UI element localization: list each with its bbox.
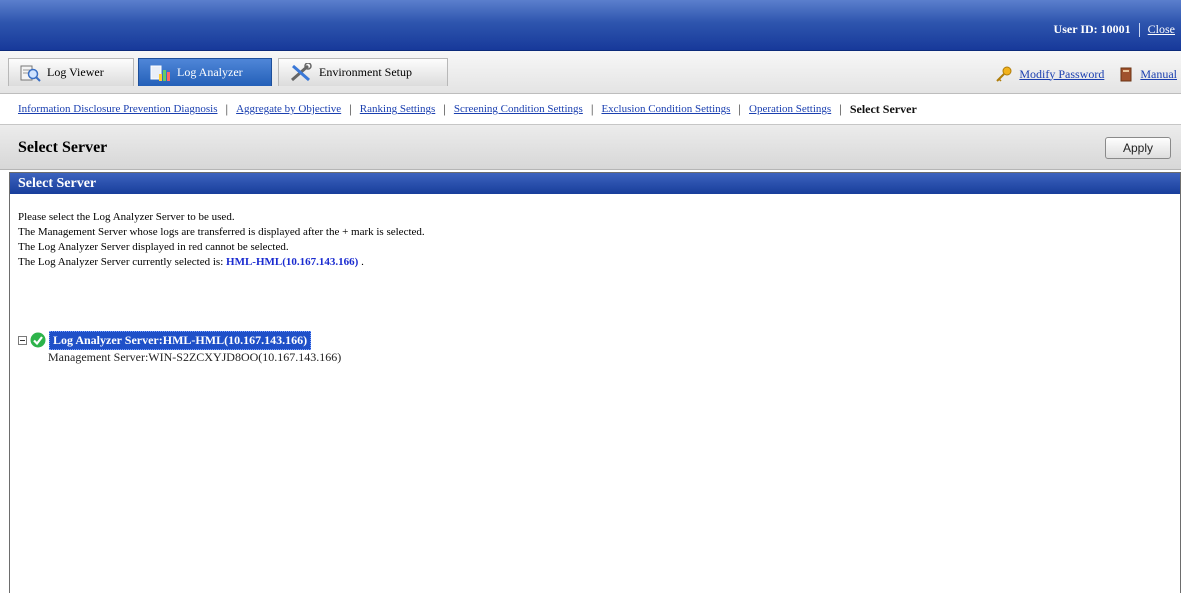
management-server-node[interactable]: Management Server:WIN-S2ZCXYJD8OO(10.167…: [18, 349, 341, 365]
subnav-separator: |: [738, 101, 742, 116]
panel-heading: Select Server: [10, 173, 1180, 194]
log-analyzer-icon: [150, 65, 170, 81]
select-server-panel: Select Server Please select the Log Anal…: [9, 172, 1181, 593]
instruction-line: The Log Analyzer Server displayed in red…: [18, 241, 289, 253]
subnav-separator: |: [839, 101, 842, 116]
log-viewer-icon: [20, 65, 41, 82]
tab-label: Environment Setup: [319, 65, 412, 79]
page-title-bar: Select Server Apply: [0, 124, 1181, 170]
tools-icon: [291, 62, 312, 81]
tab-log-viewer[interactable]: Log Viewer: [8, 58, 134, 86]
subnav-separator: |: [590, 101, 594, 116]
check-circle-icon: [30, 332, 46, 348]
collapse-toggle-icon[interactable]: [18, 335, 27, 345]
apply-button[interactable]: Apply: [1105, 137, 1171, 159]
subnav-ranking-settings[interactable]: Ranking Settings: [360, 103, 435, 115]
instruction-line: The Management Server whose logs are tra…: [18, 226, 425, 238]
key-icon: [996, 66, 1012, 82]
current-selection-suffix: .: [358, 256, 364, 268]
tab-label: Log Viewer: [47, 65, 104, 79]
subnav-separator: |: [443, 101, 446, 116]
sub-navigation: Information Disclosure Prevention Diagno…: [0, 94, 1181, 124]
close-link[interactable]: Close: [1148, 22, 1175, 37]
tab-log-analyzer[interactable]: Log Analyzer: [138, 58, 272, 86]
top-header-bar: User ID: 10001 Close: [0, 0, 1181, 51]
manual-link[interactable]: Manual: [1140, 67, 1177, 82]
tab-environment-setup[interactable]: Environment Setup: [278, 58, 448, 86]
server-tree: Log Analyzer Server:HML-HML(10.167.143.1…: [18, 330, 341, 365]
instructions: Please select the Log Analyzer Server to…: [18, 210, 425, 270]
modify-password-link[interactable]: Modify Password: [1019, 67, 1104, 82]
subnav-separator: |: [225, 101, 229, 116]
main-tab-bar: Log Viewer Log Analyzer Environment Setu…: [0, 51, 1181, 94]
subnav-current-select-server: Select Server: [849, 101, 917, 116]
top-right-links: Modify Password Manual: [995, 66, 1177, 82]
subnav-aggregate-by-objective[interactable]: Aggregate by Objective: [236, 103, 341, 115]
user-id-label: User ID: 10001: [1053, 22, 1131, 36]
current-selection-prefix: The Log Analyzer Server currently select…: [18, 256, 227, 268]
tab-label: Log Analyzer: [177, 65, 243, 79]
subnav-separator: |: [349, 101, 352, 116]
subnav-information-disclosure-prevention-diagnosis[interactable]: Information Disclosure Prevention Diagno…: [18, 103, 218, 115]
header-divider: [1138, 22, 1140, 37]
tree-root-row: Log Analyzer Server:HML-HML(10.167.143.1…: [18, 330, 341, 350]
user-box: User ID: 10001 Close: [1054, 22, 1175, 37]
subnav-exclusion-condition-settings[interactable]: Exclusion Condition Settings: [601, 103, 730, 115]
manual-book-icon: [1120, 67, 1132, 82]
log-analyzer-server-node[interactable]: Log Analyzer Server:HML-HML(10.167.143.1…: [49, 330, 312, 350]
current-selected-server: HML-HML(10.167.143.166): [226, 256, 359, 268]
instruction-line: Please select the Log Analyzer Server to…: [18, 211, 235, 223]
subnav-operation-settings[interactable]: Operation Settings: [749, 103, 831, 115]
subnav-screening-condition-settings[interactable]: Screening Condition Settings: [454, 103, 583, 115]
current-selection-line: The Log Analyzer Server currently select…: [18, 255, 425, 270]
page-title: Select Server: [18, 139, 108, 156]
